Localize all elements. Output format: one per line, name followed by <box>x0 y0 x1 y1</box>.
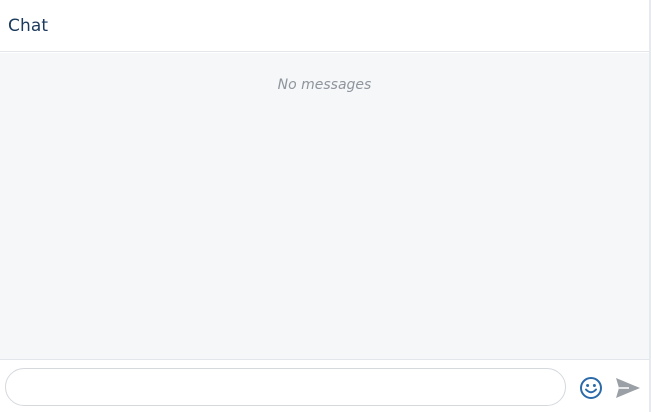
message-input[interactable] <box>5 368 566 406</box>
chat-panel: Chat No messages <box>0 0 651 412</box>
message-composer <box>0 360 649 412</box>
smiley-icon <box>580 377 602 399</box>
chat-title: Chat <box>8 15 49 36</box>
chat-header: Chat <box>0 0 649 52</box>
send-button[interactable] <box>614 375 642 401</box>
empty-messages-text: No messages <box>277 77 372 93</box>
message-list[interactable]: No messages <box>0 53 649 360</box>
emoji-button[interactable] <box>578 375 604 401</box>
send-arrow-icon <box>616 378 640 398</box>
